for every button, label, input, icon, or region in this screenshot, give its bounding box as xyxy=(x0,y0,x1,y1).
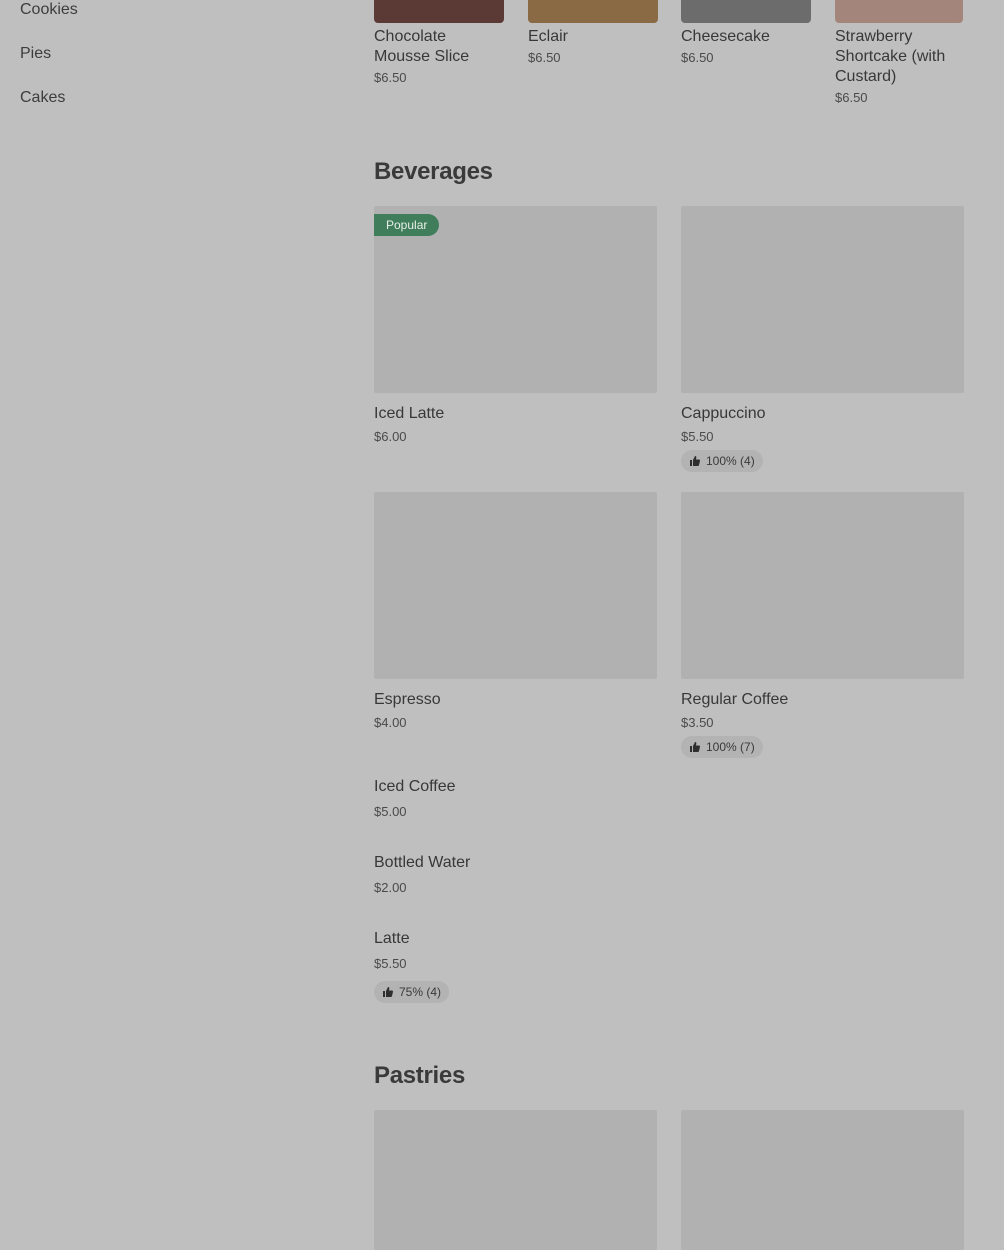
item-image xyxy=(835,0,963,23)
list-item-latte[interactable]: Latte $5.50 75% (4) xyxy=(374,930,964,1003)
item-card-chocolate-mousse-slice[interactable]: Chocolate Mousse Slice $6.50 xyxy=(374,0,504,85)
item-name: Eclair xyxy=(528,28,569,45)
item-card-strawberry-shortcake[interactable]: Strawberry Shortcake (with Custard) $6.5… xyxy=(835,0,963,105)
item-card-iced-latte[interactable]: Popular Iced Latte $6.00 xyxy=(374,206,657,444)
rating-text: 100% (4) xyxy=(706,454,755,468)
item-price: $6.50 xyxy=(374,70,407,85)
thumbs-up-icon xyxy=(382,986,394,998)
item-image xyxy=(681,206,964,393)
item-card-eclair[interactable]: Eclair $6.50 xyxy=(528,0,658,65)
item-card-regular-coffee[interactable]: Regular Coffee $3.50 100% (7) xyxy=(681,492,964,758)
rating-text: 75% (4) xyxy=(399,985,442,999)
thumbs-up-icon xyxy=(689,455,701,467)
item-image xyxy=(681,492,964,679)
item-price: $6.00 xyxy=(374,429,407,444)
item-name: Regular Coffee xyxy=(681,691,789,708)
rating-badge: 100% (7) xyxy=(681,736,763,758)
item-name: Bottled Water xyxy=(374,854,471,871)
item-card-espresso[interactable]: Espresso $4.00 xyxy=(374,492,657,730)
list-item-iced-coffee[interactable]: Iced Coffee $5.00 xyxy=(374,778,964,819)
rating-text: 100% (7) xyxy=(706,740,755,754)
item-image xyxy=(374,1110,657,1250)
item-price: $5.00 xyxy=(374,804,407,819)
sidebar-item-cakes[interactable]: Cakes xyxy=(20,76,320,120)
item-price: $4.00 xyxy=(374,715,407,730)
item-name: Iced Coffee xyxy=(374,778,456,795)
item-price: $6.50 xyxy=(681,50,714,65)
item-name: Strawberry Shortcake (with Custard) xyxy=(835,28,946,85)
item-image xyxy=(681,0,811,23)
rating-badge: 100% (4) xyxy=(681,450,763,472)
item-price: $5.50 xyxy=(681,429,714,444)
item-name: Espresso xyxy=(374,691,441,708)
item-price: $5.50 xyxy=(374,956,407,971)
item-image xyxy=(374,0,504,23)
item-name: Chocolate Mousse Slice xyxy=(374,28,470,65)
item-image xyxy=(681,1110,964,1250)
item-price: $6.50 xyxy=(835,90,868,105)
item-price: $2.00 xyxy=(374,880,407,895)
section-title-beverages: Beverages xyxy=(374,158,493,185)
item-name: Latte xyxy=(374,930,410,947)
item-price: $3.50 xyxy=(681,715,714,730)
item-card-pastry-1[interactable] xyxy=(374,1110,657,1250)
item-image xyxy=(374,492,657,679)
thumbs-up-icon xyxy=(689,741,701,753)
list-item-bottled-water[interactable]: Bottled Water $2.00 xyxy=(374,854,964,895)
popular-badge: Popular xyxy=(374,214,440,236)
item-name: Cappuccino xyxy=(681,405,766,422)
item-price: $6.50 xyxy=(528,50,561,65)
item-name: Iced Latte xyxy=(374,405,445,422)
item-image: Popular xyxy=(374,206,657,393)
item-card-cheesecake[interactable]: Cheesecake $6.50 xyxy=(681,0,811,65)
item-image xyxy=(528,0,658,23)
section-title-pastries: Pastries xyxy=(374,1062,465,1089)
item-name: Cheesecake xyxy=(681,28,770,45)
category-sidebar: Cookies Pies Cakes xyxy=(20,0,320,120)
sidebar-item-cookies[interactable]: Cookies xyxy=(20,0,320,32)
rating-badge: 75% (4) xyxy=(374,981,450,1003)
item-card-cappuccino[interactable]: Cappuccino $5.50 100% (4) xyxy=(681,206,964,472)
sidebar-item-pies[interactable]: Pies xyxy=(20,32,320,76)
item-card-pastry-2[interactable] xyxy=(681,1110,964,1250)
